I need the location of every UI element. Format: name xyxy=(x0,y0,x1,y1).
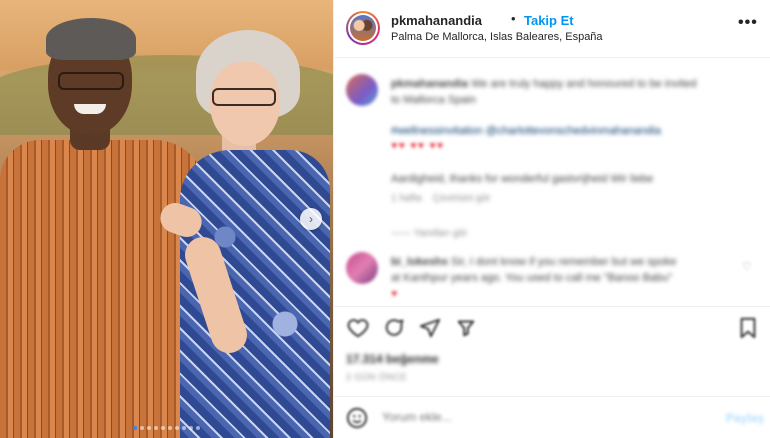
carousel-dot xyxy=(140,426,144,430)
carousel-dot xyxy=(189,426,193,430)
likes-count[interactable]: 17.314 beğenme xyxy=(346,352,439,366)
carousel-dot xyxy=(147,426,151,430)
caption-author[interactable]: pkmahanandia xyxy=(391,78,468,90)
post-header: pkmahanandia • Takip Et Palma De Mallorc… xyxy=(334,0,770,58)
bookmark-icon[interactable] xyxy=(736,316,760,340)
carousel-dot xyxy=(161,426,165,430)
man-hair xyxy=(46,18,136,60)
filter-icon[interactable] xyxy=(454,316,478,340)
add-comment-bar: Paylaş xyxy=(334,396,770,438)
post-date: 2 GÜN ÖNCE xyxy=(346,372,408,382)
caption-avatar[interactable] xyxy=(346,74,378,106)
see-translation-link[interactable]: Çevirisini gör xyxy=(433,193,491,204)
separator-dot: • xyxy=(511,11,516,26)
comment-avatar[interactable] xyxy=(346,252,378,284)
more-options-icon[interactable]: ••• xyxy=(738,14,758,32)
caption-text-1: We are truly happy and honoured to be in… xyxy=(471,78,697,90)
comment-hearts: ♥ xyxy=(391,288,399,300)
chevron-right-icon: › xyxy=(309,212,313,226)
carousel-dot xyxy=(196,426,200,430)
carousel-dot xyxy=(133,426,137,430)
carousel-dot xyxy=(154,426,158,430)
avatar-image xyxy=(350,15,376,41)
paper-plane-icon[interactable] xyxy=(418,316,442,340)
follow-button[interactable]: Takip Et xyxy=(524,13,574,28)
caption-time: 1 hafta xyxy=(391,193,422,204)
woman-glasses xyxy=(212,88,276,106)
comment-input[interactable] xyxy=(382,410,682,424)
emoji-smiley-icon[interactable] xyxy=(346,407,368,429)
carousel-dot xyxy=(182,426,186,430)
comment-line-2: at Kanthpur years ago. You used to call … xyxy=(391,272,673,284)
caption-hearts: ♥♥ ♥♥ ♥♥ xyxy=(391,140,445,152)
caption-hashtags[interactable]: #wellnessinvitation @charlottevonschedvi… xyxy=(391,125,661,137)
man-smile xyxy=(74,104,106,114)
location-link[interactable]: Palma De Mallorca, Islas Baleares, Españ… xyxy=(391,31,603,43)
heart-outline-icon[interactable] xyxy=(346,316,370,340)
avatar[interactable] xyxy=(346,11,380,45)
view-replies-toggle[interactable]: —— Yanıtları gör xyxy=(391,228,467,239)
post-comment-button[interactable]: Paylaş xyxy=(726,411,764,425)
comment-like-icon[interactable]: ♡ xyxy=(742,260,752,273)
comment-text-1: Sir, I dont know if you remember but we … xyxy=(450,256,677,268)
man-shirt xyxy=(0,140,205,438)
carousel-next-button[interactable]: › xyxy=(300,208,322,230)
man-glasses xyxy=(58,72,124,90)
post-photo[interactable]: › xyxy=(0,0,333,438)
comment-line-1: bi_lokeshs Sir, I dont know if you remem… xyxy=(391,256,677,268)
carousel-dot xyxy=(175,426,179,430)
action-bar xyxy=(334,306,770,346)
carousel-dots xyxy=(0,426,333,430)
caption-line-1: pkmahanandia We are truly happy and hono… xyxy=(391,78,697,90)
caption-meta: 1 hafta Çevirisini gör xyxy=(391,193,491,204)
caption-line-3: Aardigheid, thanks for wonderful gastvri… xyxy=(391,173,654,185)
caption-line-2: to Mallorca Spain xyxy=(391,94,476,106)
username-link[interactable]: pkmahanandia xyxy=(391,13,482,28)
post-sidebar: pkmahanandia • Takip Et Palma De Mallorc… xyxy=(333,0,770,438)
comment-author[interactable]: bi_lokeshs xyxy=(391,256,448,268)
comment-bubble-icon[interactable] xyxy=(382,316,406,340)
carousel-dot xyxy=(168,426,172,430)
